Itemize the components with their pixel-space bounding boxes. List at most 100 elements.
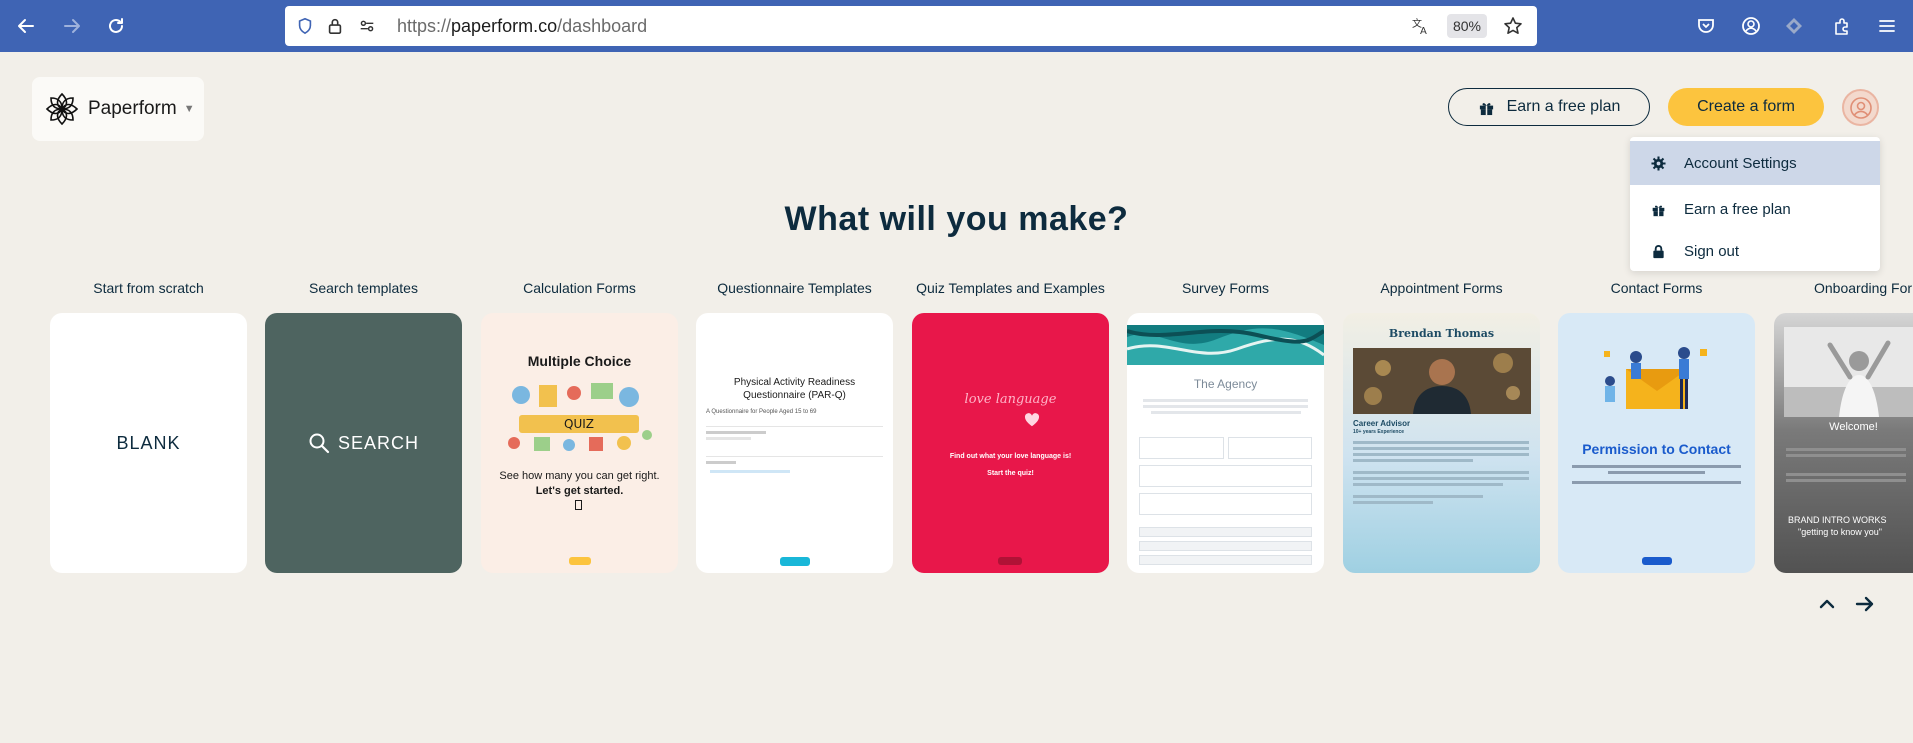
- field-line: [706, 431, 766, 434]
- cursor-icon: [575, 500, 582, 510]
- search-templates-card[interactable]: SEARCH: [265, 313, 462, 573]
- card-subtitle: BRAND INTRO WORKS: [1788, 515, 1887, 525]
- earn-free-plan-label: Earn a free plan: [1506, 98, 1621, 115]
- shield-icon[interactable]: [295, 16, 315, 36]
- field-line: [706, 461, 736, 464]
- text-line: [1572, 465, 1741, 468]
- start-button-preview: [780, 557, 810, 566]
- gift-icon: [1479, 102, 1493, 115]
- calculation-template-card[interactable]: Multiple Choice QUIZ See how many you ca…: [481, 313, 678, 573]
- field-box: [1139, 465, 1312, 487]
- option-row: [1139, 555, 1312, 565]
- page-title: What will you make?: [784, 200, 1129, 238]
- extensions-puzzle-icon[interactable]: [1829, 13, 1855, 39]
- field-box: [1139, 437, 1224, 459]
- text-line: [1151, 411, 1301, 414]
- option-row: [1139, 541, 1312, 551]
- translate-icon[interactable]: 文A: [1411, 16, 1431, 36]
- back-icon[interactable]: [12, 12, 40, 40]
- earn-free-plan-button[interactable]: Earn a free plan: [1448, 88, 1650, 126]
- card-label: Calculation Forms: [523, 280, 636, 296]
- create-form-label: Create a form: [1697, 98, 1795, 115]
- card-heading: Permission to Contact: [1582, 441, 1731, 457]
- card-subtitle: Career Advisor: [1353, 419, 1411, 428]
- create-form-button[interactable]: Create a form: [1668, 88, 1824, 126]
- card-subtitle: "getting to know you": [1798, 527, 1882, 537]
- card-heading: The Agency: [1193, 377, 1258, 391]
- url-host: paperform.co: [451, 16, 558, 36]
- card-label: Search templates: [309, 280, 418, 296]
- start-button-preview: [569, 557, 591, 565]
- text-line: [1786, 454, 1906, 457]
- field-line: [706, 437, 751, 440]
- text-line: [1353, 447, 1529, 450]
- text-line: [1143, 405, 1308, 408]
- text-line: [1353, 501, 1433, 504]
- field-box: [1228, 437, 1312, 459]
- account-icon[interactable]: [1738, 13, 1764, 39]
- quiz-doodle-illustration: QUIZ: [508, 383, 652, 451]
- text-line: [1608, 471, 1705, 474]
- text-line: [1786, 448, 1906, 451]
- user-icon: [1849, 96, 1872, 119]
- card-heading: Multiple Choice: [527, 353, 632, 369]
- menu-item-label: Account Settings: [1684, 154, 1797, 172]
- text-line: [1353, 471, 1529, 474]
- text-line: [1786, 479, 1906, 482]
- menu-item-label: Sign out: [1684, 242, 1740, 260]
- forward-icon[interactable]: [58, 12, 86, 40]
- url-prefix: https://: [397, 16, 452, 36]
- card-script-title: love language: [964, 392, 1057, 407]
- text-line: [1353, 483, 1503, 486]
- text-line: [1353, 477, 1529, 480]
- svg-text:QUIZ: QUIZ: [564, 417, 594, 431]
- blank-card[interactable]: BLANK: [50, 313, 247, 573]
- field-line: [710, 470, 790, 473]
- reload-icon[interactable]: [102, 12, 130, 40]
- user-avatar[interactable]: [1842, 89, 1879, 126]
- form-divider: [706, 456, 883, 457]
- advisor-photo: [1353, 348, 1531, 414]
- card-subtitle: 10+ years Experience: [1353, 429, 1405, 435]
- field-box: [1139, 493, 1312, 515]
- workspace-switcher[interactable]: Paperform ▼: [32, 77, 204, 141]
- onboarding-template-card[interactable]: Welcome! BRAND INTRO WORKS "getting to k…: [1774, 313, 1913, 573]
- heart-icon: [1024, 413, 1040, 427]
- quiz-template-card[interactable]: love language Find out what your love la…: [912, 313, 1109, 573]
- extension-diamond-icon[interactable]: [1781, 13, 1807, 39]
- text-line: [1353, 459, 1473, 462]
- marble-banner-image: [1127, 325, 1324, 365]
- woman-photo: [1784, 327, 1913, 417]
- pocket-icon[interactable]: [1693, 13, 1719, 39]
- zoom-level[interactable]: 80%: [1447, 14, 1487, 38]
- browser-toolbar: https://paperform.co/dashboard 文A 80%: [0, 0, 1913, 52]
- chevron-down-icon: ▼: [183, 103, 195, 115]
- address-bar[interactable]: https://paperform.co/dashboard 文A 80%: [285, 6, 1537, 46]
- lock-icon[interactable]: [325, 16, 345, 36]
- menu-hamburger-icon[interactable]: [1874, 13, 1900, 39]
- text-line: [1353, 441, 1529, 444]
- url-text[interactable]: https://paperform.co/dashboard: [397, 16, 647, 37]
- blank-card-text: BLANK: [116, 432, 181, 453]
- start-button-preview: [998, 557, 1022, 565]
- questionnaire-template-card[interactable]: Physical Activity Readiness Questionnair…: [696, 313, 893, 573]
- card-label: Appointment Forms: [1380, 280, 1503, 296]
- contact-template-card[interactable]: Permission to Contact: [1558, 313, 1755, 573]
- carousel-next-icon[interactable]: [1851, 590, 1879, 618]
- card-body-line: Start the quiz!: [987, 470, 1034, 477]
- card-label: Onboarding For: [1814, 280, 1913, 296]
- text-line: [1143, 399, 1308, 402]
- survey-template-card[interactable]: The Agency: [1127, 313, 1324, 573]
- svg-text:A: A: [1420, 26, 1427, 36]
- text-line: [1572, 481, 1741, 484]
- menu-item-account-settings[interactable]: Account Settings: [1630, 141, 1880, 185]
- card-heading: Brendan Thomas: [1388, 327, 1495, 340]
- appointment-template-card[interactable]: Brendan Thomas Career Advisor 10+ years …: [1343, 313, 1540, 573]
- carousel-collapse-icon[interactable]: [1813, 590, 1841, 618]
- logo-text: Paperform: [88, 98, 177, 119]
- permissions-icon[interactable]: [357, 16, 377, 36]
- card-label: Questionnaire Templates: [717, 280, 872, 296]
- form-divider: [706, 426, 883, 427]
- bookmark-star-icon[interactable]: [1503, 16, 1523, 36]
- card-body-line: See how many you can get right.: [499, 470, 660, 482]
